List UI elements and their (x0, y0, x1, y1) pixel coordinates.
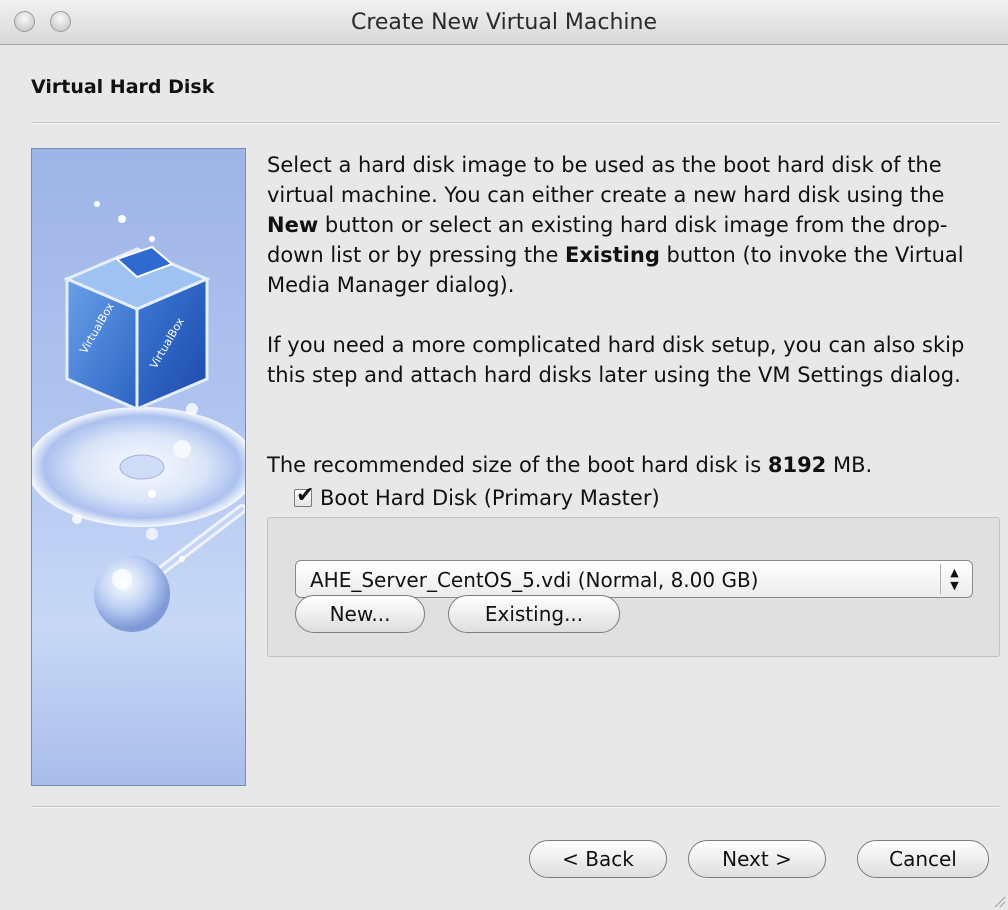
recommended-size-text: The recommended size of the boot hard di… (267, 453, 873, 477)
boot-hard-disk-checkbox[interactable]: ✔ (294, 483, 314, 508)
hard-disk-select[interactable]: AHE_Server_CentOS_5.vdi (Normal, 8.00 GB… (295, 560, 973, 598)
next-button[interactable]: Next > (688, 840, 826, 878)
hard-disk-select-value: AHE_Server_CentOS_5.vdi (Normal, 8.00 GB… (310, 568, 759, 592)
boot-hard-disk-label[interactable]: Boot Hard Disk (Primary Master) (320, 486, 660, 510)
instruction-paragraph-2: If you need a more complicated hard disk… (267, 333, 965, 387)
existing-disk-button[interactable]: Existing... (448, 595, 620, 633)
new-disk-button[interactable]: New... (295, 595, 425, 633)
recommended-size-value: 8192 (767, 453, 827, 477)
existing-keyword: Existing (565, 243, 660, 267)
window-title: Create New Virtual Machine (350, 10, 658, 35)
checkmark-icon: ✔ (296, 483, 315, 508)
new-keyword: New (267, 213, 319, 237)
cancel-button[interactable]: Cancel (857, 840, 989, 878)
up-down-arrows-icon: ▲ ▼ (940, 564, 968, 594)
page-title: Virtual Hard Disk (31, 76, 215, 98)
virtualbox-logo-panel: VirtualBox VirtualBox (31, 148, 246, 786)
back-button[interactable]: < Back (529, 840, 667, 878)
resize-grip-icon[interactable] (992, 894, 1006, 908)
instruction-paragraph-1: Select a hard disk image to be used as t… (267, 153, 964, 297)
footer-divider (31, 806, 999, 808)
boot-hard-disk-row[interactable]: ✔ Boot Hard Disk (Primary Master) (294, 483, 660, 512)
title-bar: Create New Virtual Machine (0, 0, 1008, 45)
virtualbox-cube-icon: VirtualBox VirtualBox (32, 201, 245, 632)
header-divider (31, 122, 999, 124)
